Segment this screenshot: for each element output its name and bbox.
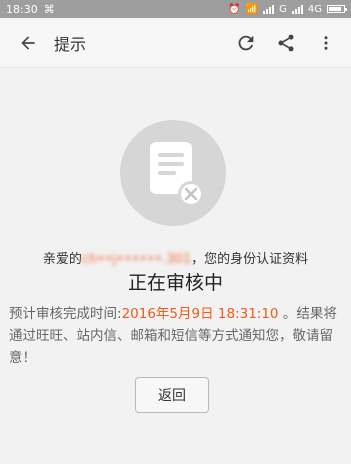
app-bar: 提示 xyxy=(0,18,351,68)
status-time: 18:30 xyxy=(6,2,38,16)
refresh-button[interactable] xyxy=(233,30,259,56)
back-button[interactable] xyxy=(8,23,48,63)
status-bar: 18:30 ⌘ ⏰ 📶 G 4G xyxy=(0,0,351,18)
return-button[interactable]: 返回 xyxy=(135,377,209,413)
content: 亲爱的ch••j••••••.301，您的身份认证资料 正在审核中 预计审核完成… xyxy=(0,68,351,464)
network-type-1: G xyxy=(279,3,287,15)
alarm-icon: ⏰ xyxy=(228,3,241,15)
network-type-2: 4G xyxy=(307,3,322,15)
share-icon xyxy=(278,34,294,51)
back-arrow-icon xyxy=(21,35,35,50)
hero-circle xyxy=(120,120,226,226)
status-left: 18:30 ⌘ xyxy=(6,3,55,16)
greeting-line: 亲爱的ch••j••••••.301，您的身份认证资料 xyxy=(0,248,351,267)
battery-icon xyxy=(327,5,347,13)
refresh-icon xyxy=(238,35,254,50)
review-description: 预计审核完成时间:2016年5月9日 18:31:10 。结果将通过旺旺、站内信… xyxy=(9,303,343,369)
signal-icon-1 xyxy=(263,4,275,14)
review-time: 2016年5月9日 18:31:10 xyxy=(121,306,279,322)
desc-prefix: 预计审核完成时间: xyxy=(9,306,122,322)
more-button[interactable] xyxy=(313,30,339,56)
document-rejected-icon xyxy=(150,142,204,207)
page-title: 提示 xyxy=(54,34,87,54)
signal-icon-2 xyxy=(291,4,303,14)
review-status-title: 正在审核中 xyxy=(127,272,223,294)
status-right: ⏰ 📶 G 4G xyxy=(228,3,347,15)
share-button[interactable] xyxy=(273,30,299,56)
appbar-actions xyxy=(233,30,339,56)
greeting-prefix: 亲爱的 xyxy=(42,252,82,267)
more-vert-icon xyxy=(324,35,328,50)
masked-username: ch••j••••••.301 xyxy=(81,252,192,267)
usb-icon: ⌘ xyxy=(43,2,55,16)
battery-level xyxy=(329,7,341,11)
greeting-suffix: ，您的身份认证资料 xyxy=(191,252,309,267)
wifi-icon: 📶 xyxy=(245,3,259,15)
